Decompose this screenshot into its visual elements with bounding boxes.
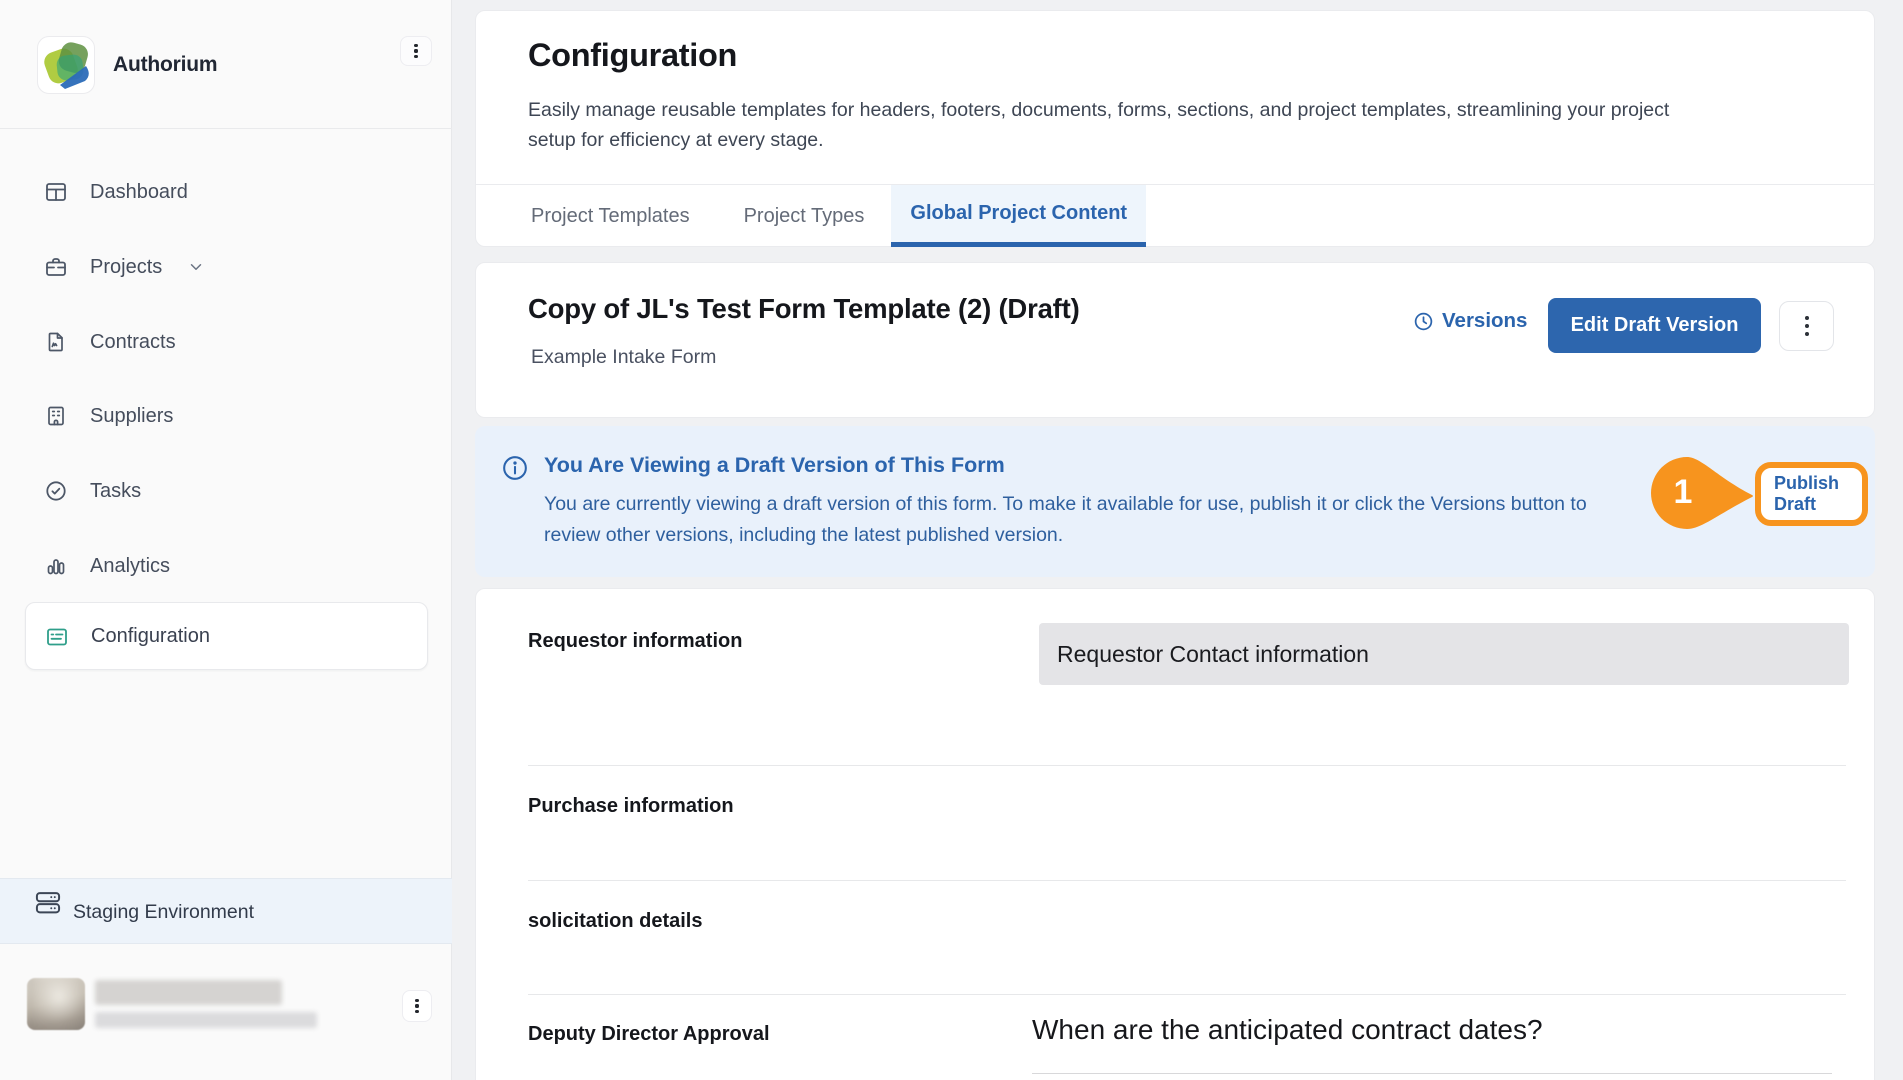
template-card: Copy of JL's Test Form Template (2) (Dra… <box>475 262 1875 418</box>
sidebar-item-label: Suppliers <box>90 405 173 428</box>
form-card-icon <box>45 625 69 649</box>
sidebar-item-label: Dashboard <box>90 181 188 204</box>
building-icon <box>44 404 68 428</box>
kebab-icon <box>414 44 417 59</box>
sidebar-item-suppliers[interactable]: Suppliers <box>0 393 452 439</box>
server-icon <box>34 890 62 916</box>
bar-chart-icon <box>44 554 68 578</box>
tab-project-types[interactable]: Project Types <box>717 185 892 247</box>
annotation-arrow <box>1645 452 1757 536</box>
publish-draft-button[interactable]: Publish Draft <box>1755 462 1868 526</box>
row-divider <box>528 880 1846 881</box>
draft-version-banner: You Are Viewing a Draft Version of This … <box>475 426 1875 577</box>
sidebar-item-configuration[interactable]: Configuration <box>25 602 428 670</box>
logo-leaves-icon <box>38 37 95 94</box>
template-subtitle: Example Intake Form <box>531 346 716 369</box>
versions-label: Versions <box>1442 309 1527 333</box>
banner-body-line: review other versions, including the lat… <box>544 524 1063 547</box>
configuration-header-card: Configuration Easily manage reusable tem… <box>475 10 1875 247</box>
brand-name: Authorium <box>113 53 217 77</box>
publish-draft-label: Publish Draft <box>1761 473 1833 516</box>
avatar[interactable] <box>27 978 85 1030</box>
sidebar-item-label: Contracts <box>90 331 176 354</box>
sidebar-item-label: Configuration <box>91 625 210 648</box>
kebab-icon <box>415 999 418 1014</box>
banner-title: You Are Viewing a Draft Version of This … <box>544 453 1005 478</box>
section-header-label: Requestor Contact information <box>1057 641 1369 668</box>
banner-body-line: You are currently viewing a draft versio… <box>544 493 1587 516</box>
form-row-label: Requestor information <box>528 630 742 653</box>
environment-selector[interactable]: Staging Environment <box>0 878 452 944</box>
template-title: Copy of JL's Test Form Template (2) (Dra… <box>528 293 1080 325</box>
form-row-label: Deputy Director Approval <box>528 1023 770 1046</box>
authorium-logo <box>37 36 95 94</box>
dashboard-icon <box>44 180 68 204</box>
sidebar-item-projects[interactable]: Projects <box>0 244 452 290</box>
user-name-redacted <box>95 980 282 1005</box>
row-divider <box>528 994 1846 995</box>
page-title: Configuration <box>528 37 737 74</box>
row-divider <box>528 765 1846 766</box>
chevron-down-icon <box>187 258 205 276</box>
sidebar-item-label: Tasks <box>90 480 141 503</box>
edit-draft-version-button[interactable]: Edit Draft Version <box>1548 298 1761 353</box>
environment-label: Staging Environment <box>73 901 254 924</box>
info-icon <box>502 455 528 481</box>
page-description: Easily manage reusable templates for hea… <box>528 99 1669 122</box>
section-header-box[interactable]: Requestor Contact information <box>1039 623 1849 685</box>
form-preview-card: Requestor information Requestor Contact … <box>475 588 1875 1080</box>
clock-icon <box>1413 311 1434 332</box>
template-menu-button[interactable] <box>1779 301 1834 351</box>
task-check-icon <box>44 479 68 503</box>
tab-bar: Project Templates Project Types Global P… <box>476 184 1874 247</box>
sidebar-item-tasks[interactable]: Tasks <box>0 468 452 514</box>
sidebar-item-analytics[interactable]: Analytics <box>0 543 452 589</box>
versions-link[interactable]: Versions <box>1413 309 1527 333</box>
sidebar: Authorium Dashboard Projects Contracts <box>0 0 452 1080</box>
sidebar-divider <box>0 128 452 129</box>
sidebar-item-label: Projects <box>90 256 162 279</box>
sidebar-item-dashboard[interactable]: Dashboard <box>0 169 452 215</box>
sidebar-menu-button[interactable] <box>400 36 432 66</box>
user-email-redacted <box>95 1012 317 1028</box>
form-row-label: Purchase information <box>528 795 734 818</box>
sidebar-item-contracts[interactable]: Contracts <box>0 319 452 365</box>
tab-project-templates[interactable]: Project Templates <box>504 185 717 247</box>
sidebar-item-label: Analytics <box>90 555 170 578</box>
page-description: setup for efficiency at every stage. <box>528 129 824 152</box>
question-underline <box>1032 1073 1832 1074</box>
form-question-text: When are the anticipated contract dates? <box>1032 1014 1543 1046</box>
contract-document-icon <box>44 330 68 354</box>
form-row-label: solicitation details <box>528 910 702 933</box>
briefcase-icon <box>44 255 68 279</box>
user-menu-button[interactable] <box>402 990 432 1022</box>
kebab-icon <box>1805 316 1809 336</box>
tab-global-project-content[interactable]: Global Project Content <box>891 185 1146 247</box>
